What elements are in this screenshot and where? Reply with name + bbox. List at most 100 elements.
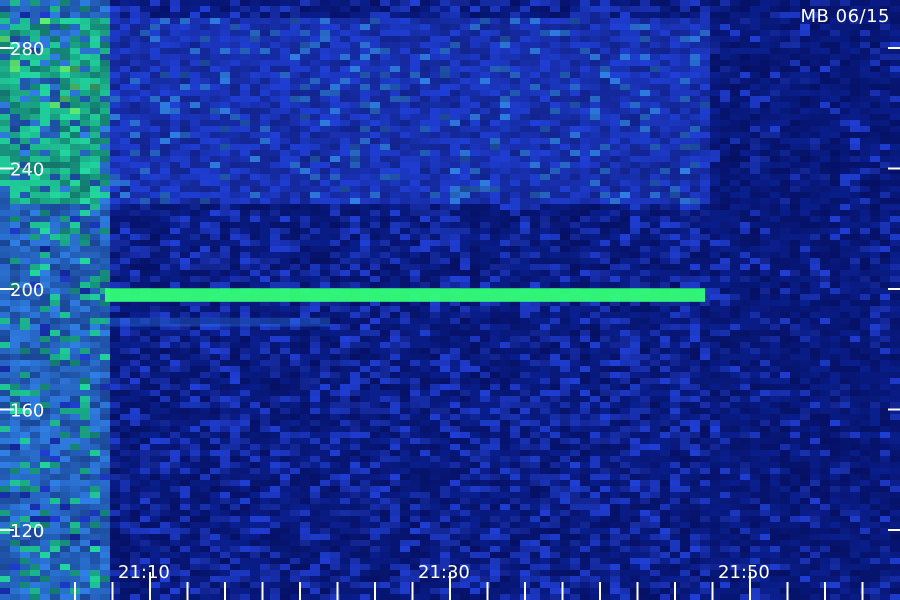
noise-cell (800, 174, 810, 180)
noise-cell (110, 186, 120, 192)
noise-cell (550, 108, 560, 114)
noise-cell (160, 186, 170, 192)
noise-cell (400, 162, 410, 168)
noise-cell (70, 114, 80, 120)
noise-cell (860, 198, 870, 204)
noise-cell (30, 96, 40, 102)
noise-cell (760, 108, 770, 114)
noise-cell (660, 162, 670, 168)
noise-cell (320, 180, 330, 186)
noise-cell (880, 156, 890, 162)
noise-cell (210, 138, 220, 144)
noise-cell (90, 204, 100, 210)
noise-cell (850, 240, 860, 246)
noise-cell (790, 222, 800, 228)
noise-cell (80, 234, 90, 240)
noise-cell (130, 102, 140, 108)
noise-cell (100, 84, 110, 90)
noise-cell (80, 294, 90, 300)
noise-cell (280, 72, 290, 78)
noise-cell (240, 312, 250, 318)
noise-cell (130, 108, 140, 114)
noise-cell (620, 12, 630, 18)
noise-cell (230, 90, 240, 96)
noise-cell (200, 228, 210, 234)
noise-cell (190, 114, 200, 120)
noise-cell (820, 282, 830, 288)
noise-cell (720, 0, 730, 6)
noise-cell (760, 126, 770, 132)
noise-cell (440, 330, 450, 336)
noise-cell (120, 66, 130, 72)
noise-cell (700, 42, 710, 48)
noise-cell (320, 54, 330, 60)
noise-cell (380, 0, 390, 6)
noise-cell (300, 306, 310, 312)
noise-cell (120, 312, 130, 318)
noise-cell (720, 276, 730, 282)
noise-cell (270, 6, 280, 12)
noise-cell (350, 132, 360, 138)
noise-cell (30, 246, 40, 252)
noise-cell (770, 120, 780, 126)
noise-cell (580, 84, 590, 90)
noise-cell (560, 54, 570, 60)
noise-cell (770, 276, 780, 282)
noise-cell (880, 126, 890, 132)
noise-cell (640, 120, 650, 126)
noise-cell (870, 282, 880, 288)
noise-cell (440, 6, 450, 12)
noise-cell (10, 18, 20, 24)
noise-cell (250, 276, 260, 282)
noise-cell (80, 216, 90, 222)
noise-cell (520, 186, 530, 192)
noise-cell (270, 234, 280, 240)
noise-cell (80, 84, 90, 90)
noise-cell (770, 270, 780, 276)
noise-cell (730, 30, 740, 36)
noise-cell (790, 60, 800, 66)
noise-cell (670, 108, 680, 114)
noise-cell (350, 216, 360, 222)
noise-cell (480, 132, 490, 138)
noise-cell (290, 270, 300, 276)
noise-cell (770, 318, 780, 324)
noise-cell (430, 240, 440, 246)
noise-cell (730, 48, 740, 54)
noise-cell (750, 312, 760, 318)
noise-cell (550, 84, 560, 90)
noise-cell (90, 78, 100, 84)
noise-cell (640, 72, 650, 78)
noise-cell (530, 114, 540, 120)
noise-cell (130, 144, 140, 150)
noise-cell (550, 282, 560, 288)
noise-cell (20, 192, 30, 198)
noise-cell (700, 252, 710, 258)
noise-cell (750, 48, 760, 54)
noise-cell (710, 108, 720, 114)
noise-cell (20, 66, 30, 72)
noise-cell (290, 84, 300, 90)
noise-cell (310, 192, 320, 198)
noise-cell (360, 156, 370, 162)
noise-cell (240, 252, 250, 258)
noise-cell (220, 126, 230, 132)
noise-cell (570, 54, 580, 60)
noise-cell (130, 168, 140, 174)
noise-cell (130, 156, 140, 162)
noise-cell (160, 258, 170, 264)
noise-cell (160, 144, 170, 150)
noise-cell (210, 60, 220, 66)
noise-cell (60, 204, 70, 210)
noise-cell (870, 318, 880, 324)
noise-cell (190, 228, 200, 234)
noise-cell (50, 258, 60, 264)
noise-cell (200, 186, 210, 192)
noise-cell (50, 24, 60, 30)
noise-cell (590, 36, 600, 42)
noise-cell (710, 174, 720, 180)
noise-cell (190, 36, 200, 42)
noise-cell (450, 150, 460, 156)
noise-cell (390, 306, 400, 312)
noise-cell (500, 228, 510, 234)
